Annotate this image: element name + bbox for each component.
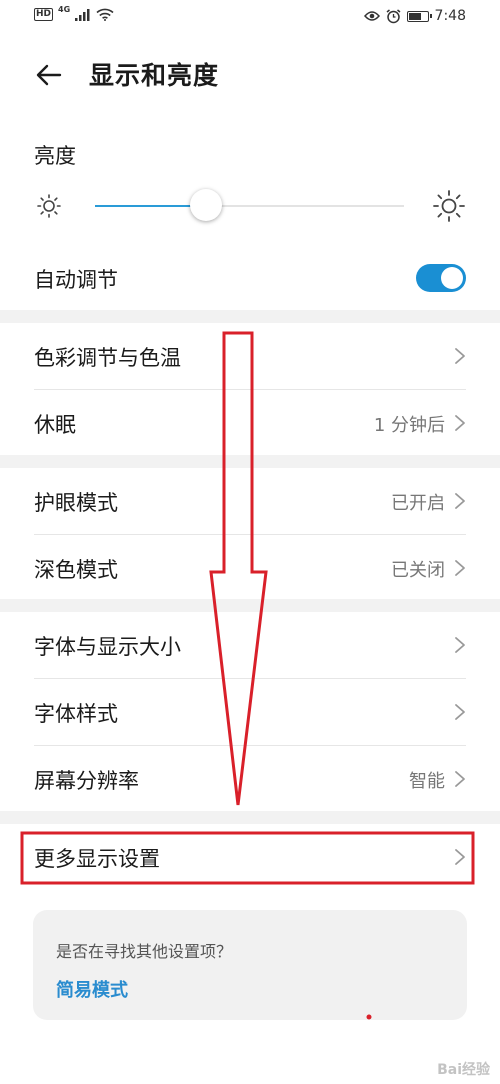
chevron-right-icon — [455, 415, 465, 431]
setting-more-display[interactable]: 更多显示设置 — [0, 824, 500, 890]
auto-brightness-toggle[interactable] — [416, 264, 466, 292]
setting-color-temperature[interactable]: 色彩调节与色温 — [0, 323, 500, 389]
brightness-slider-thumb[interactable] — [190, 189, 223, 221]
battery-icon — [406, 10, 432, 22]
page-title: 显示和亮度 — [89, 61, 220, 90]
chevron-right-icon — [455, 493, 465, 509]
setting-label: 更多显示设置 — [34, 847, 160, 871]
chevron-right-icon — [455, 849, 465, 865]
setting-label: 深色模式 — [34, 558, 118, 582]
setting-label: 护眼模式 — [34, 491, 118, 515]
setting-value: 1 分钟后 — [373, 415, 445, 436]
section-gap — [0, 811, 500, 824]
setting-label: 休眠 — [34, 413, 76, 437]
setting-label: 字体与显示大小 — [34, 635, 181, 659]
back-arrow-icon[interactable] — [34, 60, 64, 90]
simple-mode-link[interactable]: 简易模式 — [56, 976, 128, 1002]
brightness-high-icon — [433, 190, 465, 222]
setting-label: 屏幕分辨率 — [34, 769, 139, 793]
eye-comfort-icon — [363, 11, 380, 21]
brightness-slider[interactable] — [95, 189, 404, 221]
alarm-icon — [386, 8, 401, 23]
chevron-right-icon — [455, 348, 465, 364]
watermark: Bai经验 — [437, 1062, 490, 1078]
wifi-icon — [96, 8, 114, 21]
brightness-label: 亮度 — [34, 144, 76, 168]
status-bar: HD 4G 7:48 — [0, 0, 500, 34]
chevron-right-icon — [455, 704, 465, 720]
settings-hint-card: 是否在寻找其他设置项？ 简易模式 — [33, 910, 467, 1020]
network-type: 4G — [58, 5, 71, 14]
setting-font-style[interactable]: 字体样式 — [0, 679, 500, 745]
auto-brightness-row: 自动调节 — [0, 252, 500, 308]
setting-value: 已开启 — [391, 493, 445, 514]
brightness-slider-row — [34, 188, 466, 224]
setting-font-display-size[interactable]: 字体与显示大小 — [0, 612, 500, 678]
toggle-knob — [441, 267, 463, 289]
setting-value: 智能 — [409, 771, 445, 792]
setting-screen-resolution[interactable]: 屏幕分辨率 智能 — [0, 746, 500, 812]
setting-dark-mode[interactable]: 深色模式 已关闭 — [0, 535, 500, 601]
chevron-right-icon — [455, 771, 465, 787]
status-left: HD 4G — [34, 5, 114, 21]
hd-badge: HD — [34, 8, 54, 21]
status-right: 7:48 — [363, 8, 466, 24]
chevron-right-icon — [455, 637, 465, 653]
setting-eye-comfort[interactable]: 护眼模式 已开启 — [0, 468, 500, 534]
page-header: 显示和亮度 — [0, 50, 500, 98]
brightness-low-icon — [37, 194, 61, 218]
setting-sleep[interactable]: 休眠 1 分钟后 — [0, 390, 500, 456]
section-gap — [0, 455, 500, 468]
chevron-right-icon — [455, 560, 465, 576]
hint-question: 是否在寻找其他设置项？ — [56, 942, 233, 961]
setting-label: 色彩调节与色温 — [34, 346, 181, 370]
auto-brightness-label: 自动调节 — [34, 268, 118, 292]
clock: 7:48 — [434, 8, 466, 24]
setting-label: 字体样式 — [34, 702, 118, 726]
section-gap — [0, 310, 500, 323]
setting-value: 已关闭 — [391, 560, 445, 581]
signal-icon — [75, 8, 90, 21]
